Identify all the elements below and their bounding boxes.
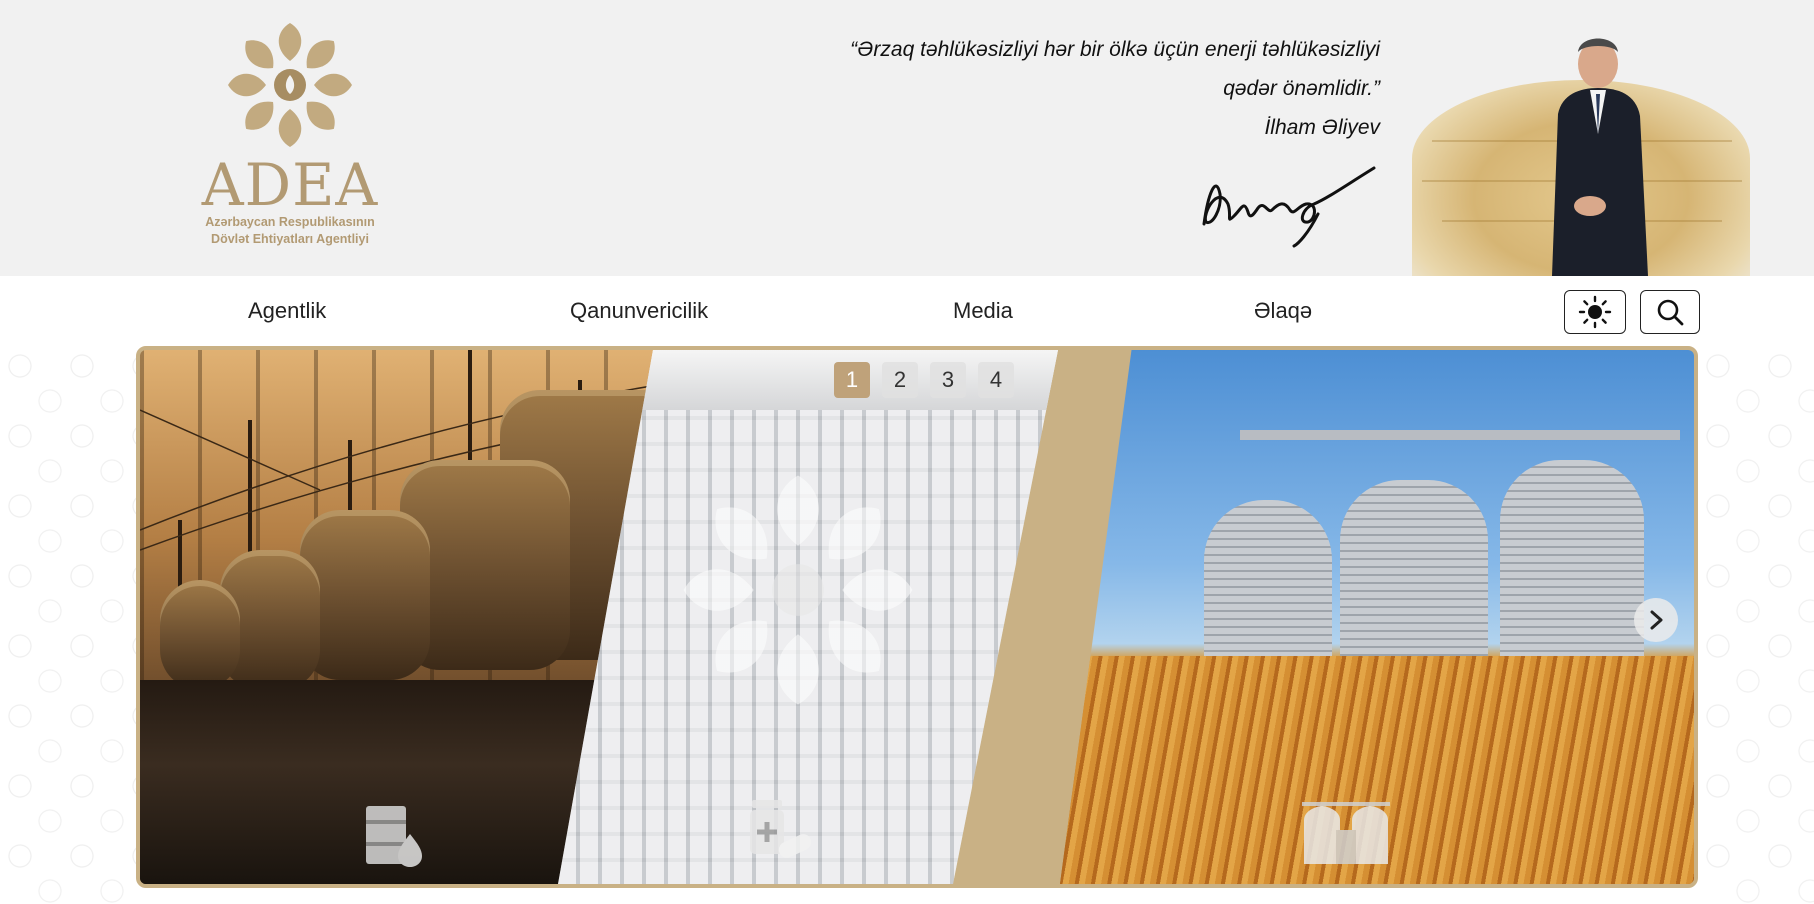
slider-pagination: 1 2 3 4 — [834, 362, 1014, 398]
nav-item-qanunvericilik[interactable]: Qanunvericilik — [570, 298, 708, 324]
sun-icon — [1578, 295, 1612, 329]
medicine-icon — [750, 800, 812, 858]
main-navigation: Agentlik Qanunvericilik Media Əlaqə — [0, 276, 1814, 346]
slider-page-3[interactable]: 3 — [930, 362, 966, 398]
slider-page-4[interactable]: 4 — [978, 362, 1014, 398]
header-band: ADEA Azərbaycan Respublikasının Dövlət E… — [0, 0, 1814, 276]
nav-item-media[interactable]: Media — [953, 298, 1013, 324]
quote-author: İlham Əliyev — [1264, 116, 1380, 139]
decorative-pattern-left — [0, 346, 136, 904]
fuel-icon — [366, 806, 422, 867]
slider-page-2[interactable]: 2 — [882, 362, 918, 398]
slide-panel-granary — [1060, 350, 1694, 884]
chevron-right-icon — [1650, 610, 1663, 630]
search-button[interactable] — [1640, 290, 1700, 334]
quote-line-1: “Ərzaq təhlükəsizliyi hər bir ölkə üçün … — [850, 38, 1380, 61]
watermark-emblem-icon — [683, 475, 913, 705]
search-icon — [1657, 299, 1684, 326]
hero-slider[interactable]: 1 2 3 4 — [136, 346, 1698, 888]
slider-next-button[interactable] — [1634, 598, 1678, 642]
president-portrait-image — [1552, 38, 1648, 276]
logo-subtitle-line2: Dövlət Ehtiyatları Agentliyi — [211, 232, 369, 246]
granary-icon — [1302, 802, 1390, 864]
nav-item-elaqe[interactable]: Əlaqə — [1254, 298, 1312, 324]
logo-subtitle-line1: Azərbaycan Respublikasının — [205, 215, 375, 229]
theme-toggle-button[interactable] — [1564, 290, 1626, 334]
quote-line-2: qədər önəmlidir.” — [1223, 77, 1380, 100]
nav-item-agentlik[interactable]: Agentlik — [248, 298, 326, 324]
presidential-quote: “Ərzaq təhlükəsizliyi hər bir ölkə üçün … — [740, 30, 1380, 147]
signature-image — [1202, 166, 1376, 248]
slider-page-1[interactable]: 1 — [834, 362, 870, 398]
logo-wordmark: ADEA — [201, 151, 379, 219]
decorative-pattern-right — [1698, 346, 1814, 904]
logo-emblem-icon — [228, 23, 352, 147]
site-logo[interactable]: ADEA Azərbaycan Respublikasının Dövlət E… — [190, 20, 390, 260]
